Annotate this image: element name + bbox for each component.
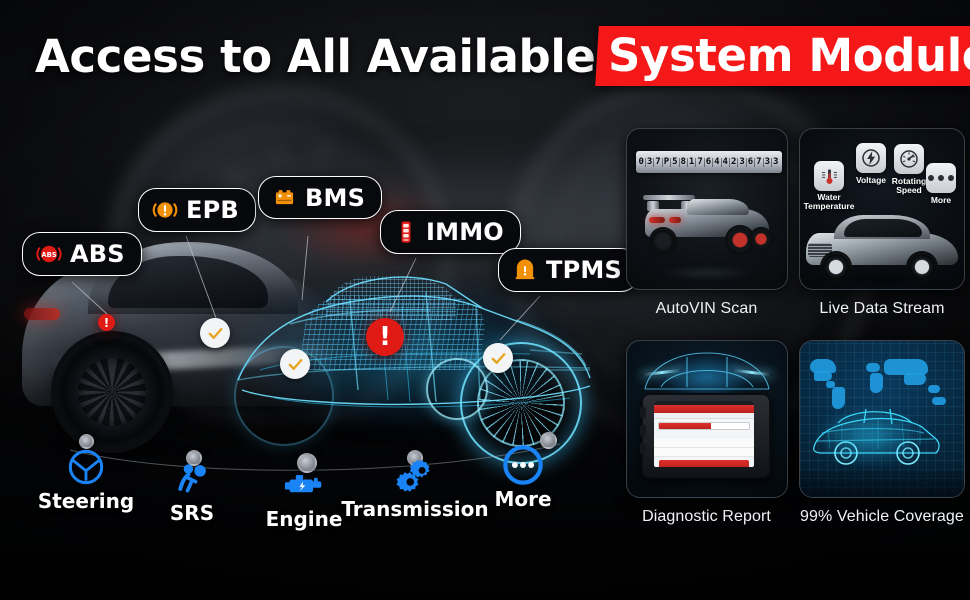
vin-digit: 3 (764, 156, 772, 167)
wireframe-sedan-graphic (808, 397, 944, 469)
check-icon (491, 352, 505, 364)
svg-text:ABS: ABS (41, 251, 56, 259)
headline-highlight-box: System Modules (595, 26, 970, 86)
sedan-graphic (804, 211, 962, 283)
card-label: Live Data Stream (819, 300, 945, 317)
badge-label: ABS (70, 240, 125, 268)
module-srs[interactable]: SRS (148, 458, 236, 525)
card-live-data-stream[interactable]: Water Temperature Voltage Rotating Speed… (798, 128, 966, 319)
screen-header-bar (653, 405, 754, 413)
abs-icon: ABS (36, 241, 62, 267)
vin-digit: 7 (697, 156, 705, 167)
scan-result-row (653, 439, 754, 448)
tire-pressure-icon (512, 257, 538, 283)
card-vehicle-coverage[interactable]: 99% Vehicle Coverage (798, 340, 966, 527)
diagnostic-tablet (639, 393, 771, 479)
vin-digit: 1 (688, 156, 697, 167)
module-engine[interactable]: Engine (258, 464, 350, 531)
badge-bms[interactable]: BMS (258, 176, 383, 219)
vin-digit: 7 (655, 156, 663, 167)
scan-result-row (653, 448, 754, 457)
module-label: More (494, 487, 552, 511)
ok-marker-door (200, 318, 230, 348)
ok-marker-wheel (483, 343, 513, 373)
screen-action-button (658, 460, 749, 467)
badge-label: IMMO (426, 218, 504, 246)
vin-digit: 8 (680, 156, 688, 167)
module-steering[interactable]: Steering (37, 446, 135, 513)
module-label: Engine (265, 507, 343, 531)
wireframe-mesh-window (326, 276, 456, 320)
immobilizer-key-icon (394, 219, 418, 245)
vin-digit: 7 (756, 156, 764, 167)
module-label: Steering (37, 489, 135, 513)
tile-more (926, 163, 956, 193)
tile-label: More (930, 195, 952, 205)
tile-water-temperature (814, 161, 844, 191)
alert-marker-rear: ! (98, 314, 115, 331)
badge-abs[interactable]: ABS ABS (22, 232, 142, 276)
race-car-graphic (641, 191, 775, 253)
vin-digit: 4 (714, 156, 722, 167)
infographic-canvas: Access to All Available System Modules !… (0, 0, 970, 600)
alert-marker-engine: ! (366, 318, 404, 356)
scan-progress-bar (657, 422, 750, 430)
card-autovin-scan[interactable]: 0 3 7 P 5 8 1 7 6 4 4 2 3 6 7 3 3 AutoVI… (625, 128, 788, 319)
live-data-thumb: Water Temperature Voltage Rotating Speed… (799, 128, 965, 290)
badge-label: TPMS (546, 256, 622, 284)
vin-digit: 6 (705, 156, 714, 167)
tablet-screen (653, 401, 754, 467)
engine-icon (284, 464, 324, 506)
vin-digit: 4 (722, 156, 730, 167)
card-diagnostic-report[interactable]: Diagnostic Report (625, 340, 788, 527)
tile-rotating-speed (894, 144, 924, 174)
steering-wheel-icon (67, 446, 105, 488)
ok-marker-sill (280, 349, 310, 379)
vin-scan-thumb: 0 3 7 P 5 8 1 7 6 4 4 2 3 6 7 3 3 (625, 128, 788, 290)
module-label: Transmission (341, 497, 489, 521)
vin-digit: P (663, 156, 672, 167)
module-more[interactable]: More (483, 444, 563, 511)
brake-caliper (100, 376, 124, 410)
diagnostic-report-thumb (625, 340, 788, 498)
badge-label: EPB (186, 196, 239, 224)
vin-digit: 0 (638, 156, 646, 167)
vin-digit: 5 (672, 156, 680, 167)
vin-number-strip: 0 3 7 P 5 8 1 7 6 4 4 2 3 6 7 3 3 (635, 151, 782, 173)
vin-digit: 3 (739, 156, 747, 167)
card-label: 99% Vehicle Coverage (800, 508, 964, 525)
check-icon (288, 358, 302, 370)
badge-tpms[interactable]: TPMS (498, 248, 639, 292)
gears-icon (396, 454, 434, 496)
tile-voltage (856, 143, 886, 173)
front-brake-wireframe (426, 358, 488, 420)
feature-card-grid: 0 3 7 P 5 8 1 7 6 4 4 2 3 6 7 3 3 AutoVI… (620, 128, 970, 578)
vin-digit: 2 (730, 156, 739, 167)
headline-highlight-text: System Modules (608, 29, 970, 82)
more-dots-icon (502, 444, 544, 486)
headline: Access to All Available System Modules (0, 22, 970, 90)
vin-digit: 3 (646, 156, 655, 167)
module-label: SRS (169, 501, 215, 525)
headline-plain-text: Access to All Available (35, 29, 596, 83)
taillight (24, 308, 60, 320)
screen-breadcrumb-bar (653, 413, 754, 419)
module-row: Steering SRS Engine Transmission More (0, 432, 620, 531)
battery-icon (272, 185, 297, 210)
vin-digit: 6 (747, 156, 756, 167)
vehicle-coverage-thumb (799, 340, 965, 498)
tile-label: Water Temperature (803, 192, 855, 211)
badge-label: BMS (305, 183, 366, 212)
badge-epb[interactable]: EPB (138, 188, 256, 232)
check-icon (208, 327, 222, 339)
airbag-srs-icon (174, 458, 210, 500)
epb-brake-warning-icon (152, 197, 178, 223)
module-transmission[interactable]: Transmission (341, 454, 489, 521)
card-label: Diagnostic Report (642, 508, 771, 525)
vin-digit: 3 (772, 156, 779, 167)
badge-immo[interactable]: IMMO (380, 210, 521, 254)
card-label: AutoVIN Scan (655, 300, 758, 317)
